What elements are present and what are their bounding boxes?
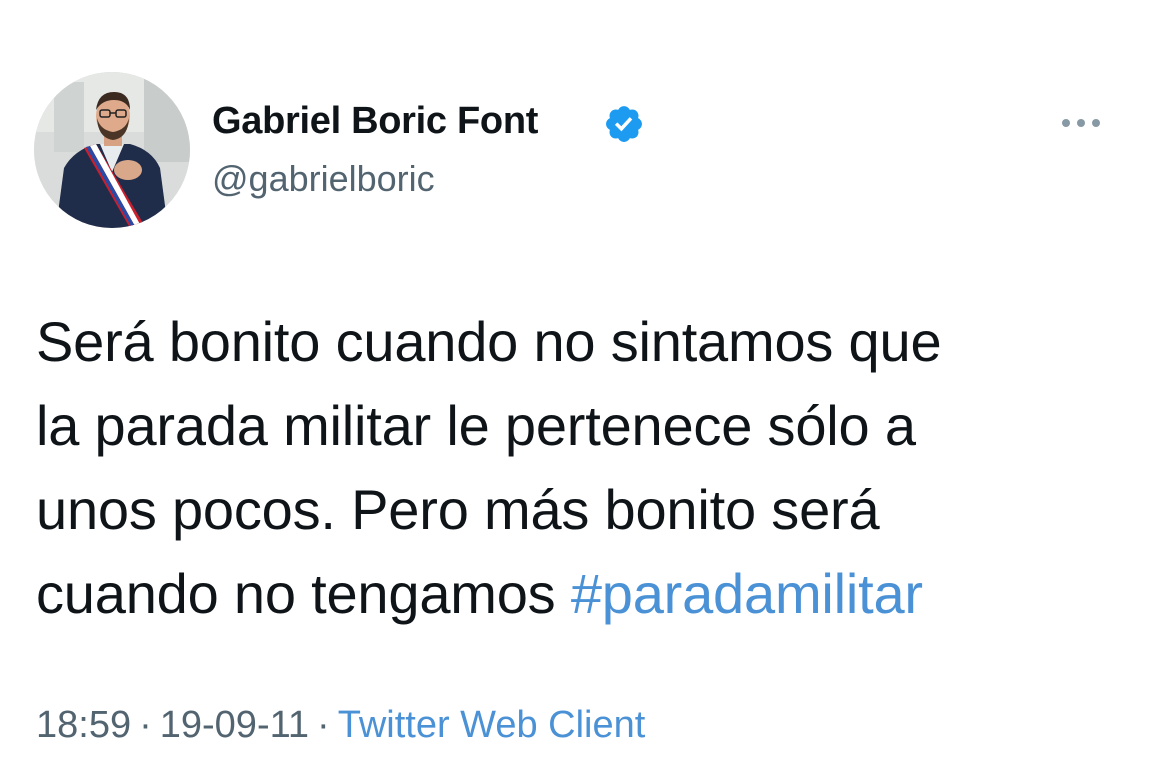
tweet-text-line: unos pocos. Pero más bonito será: [36, 478, 880, 541]
separator-dot: ·: [317, 704, 330, 746]
more-options-icon: [1062, 119, 1100, 127]
avatar[interactable]: [34, 72, 190, 228]
avatar-photo: [34, 72, 190, 228]
tweet-date[interactable]: 19-09-11: [160, 704, 309, 746]
tweet-time[interactable]: 18:59: [36, 704, 131, 746]
tweet-metadata: 18:59 · 19-09-11 · Twitter Web Client: [36, 704, 645, 747]
tweet-text-segment: cuando no tengamos: [36, 562, 571, 625]
tweet-text-line: cuando no tengamos #paradamilitar: [36, 552, 1116, 636]
user-handle[interactable]: @gabrielboric: [212, 158, 435, 200]
hashtag-link[interactable]: #paradamilitar: [571, 562, 923, 625]
source-link[interactable]: Twitter Web Client: [338, 704, 646, 746]
separator-dot: ·: [139, 704, 152, 746]
tweet-text-line: la parada militar le pertenece sólo a: [36, 394, 916, 457]
tweet-text: Será bonito cuando no sintamos que la pa…: [36, 300, 1116, 636]
verified-badge-icon: [606, 106, 642, 142]
display-name[interactable]: Gabriel Boric Font: [212, 100, 538, 143]
tweet-text-line: Será bonito cuando no sintamos que: [36, 310, 942, 373]
tweet-card: Gabriel Boric Font @gabrielboric Será bo…: [0, 0, 1156, 782]
more-options-button[interactable]: [1056, 106, 1106, 140]
